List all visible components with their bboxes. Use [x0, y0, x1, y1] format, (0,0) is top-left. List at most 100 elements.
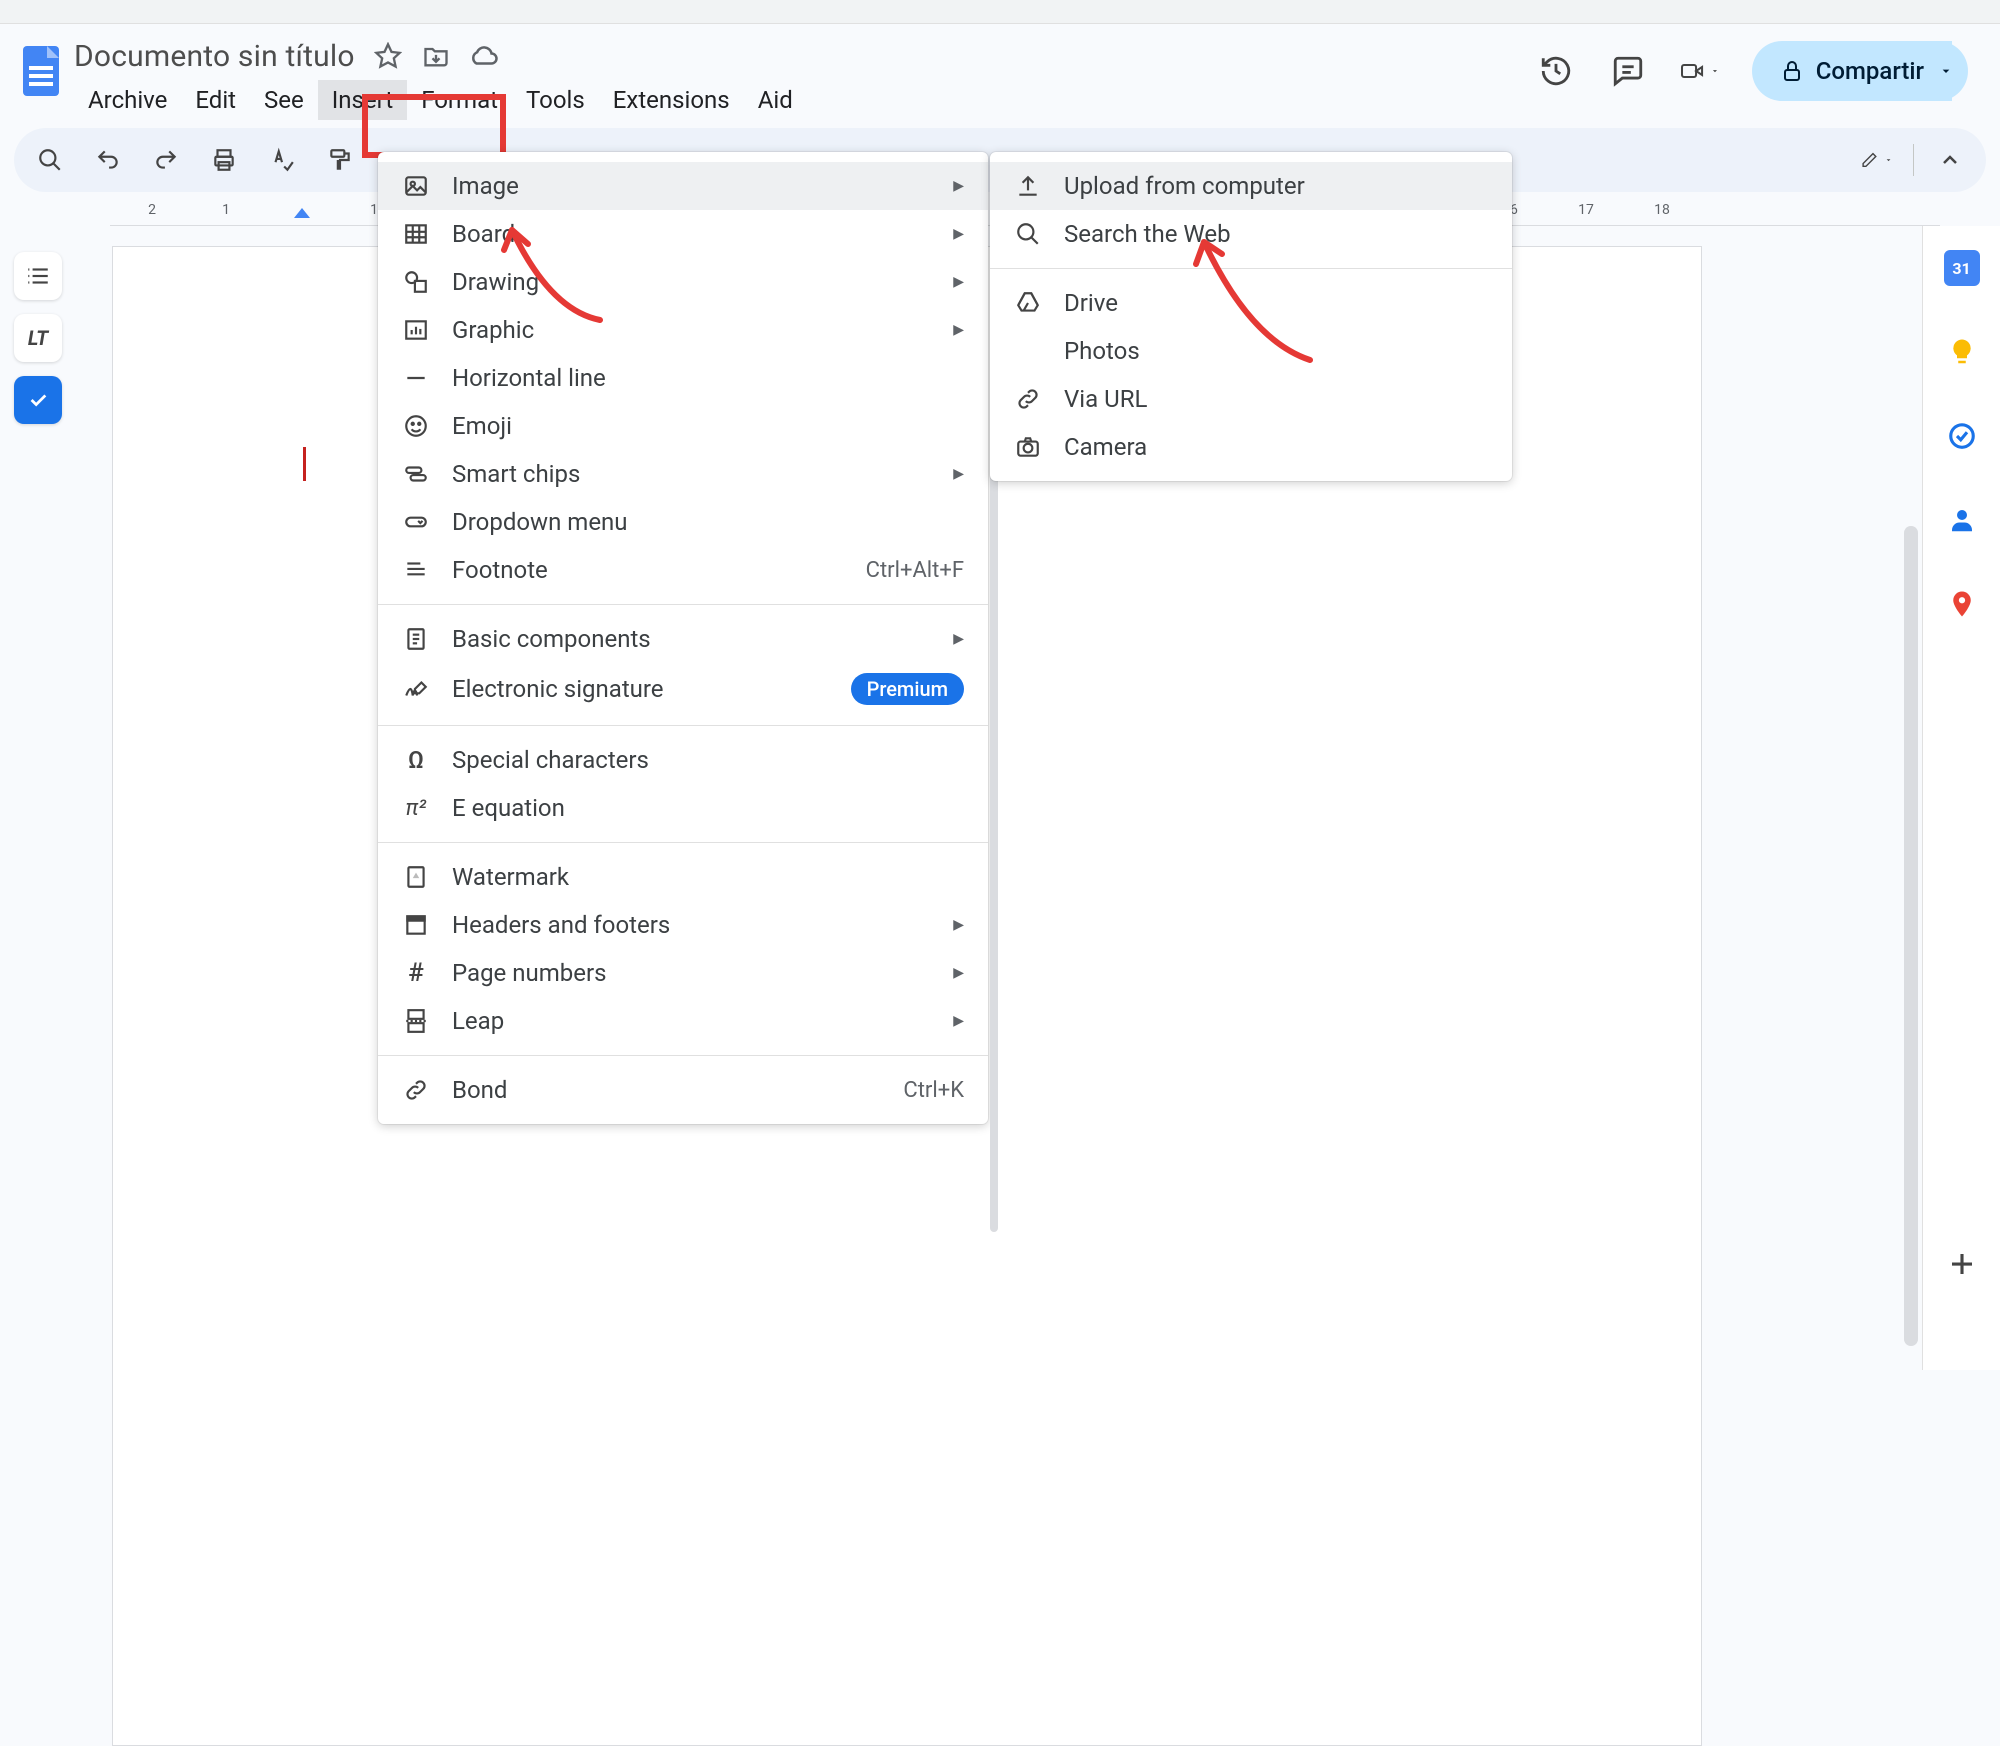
- chevron-right-icon: ▶: [953, 178, 964, 194]
- search-icon[interactable]: [34, 144, 66, 176]
- chevron-right-icon: ▶: [953, 917, 964, 933]
- tasks-icon[interactable]: [1944, 418, 1980, 454]
- contacts-icon[interactable]: [1944, 502, 1980, 538]
- ruler-mark: 17: [1578, 202, 1594, 218]
- signature-icon: [402, 675, 430, 703]
- drive-item[interactable]: Drive: [990, 279, 1512, 327]
- left-rail: LT: [0, 226, 76, 1370]
- camera-item[interactable]: Camera: [990, 423, 1512, 471]
- paint-format-icon[interactable]: [324, 144, 356, 176]
- chevron-right-icon: ▶: [953, 965, 964, 981]
- insert-smartchips-item[interactable]: Smart chips ▶: [378, 450, 988, 498]
- ruler-indent-marker[interactable]: [294, 208, 310, 218]
- insert-hline-item[interactable]: Horizontal line: [378, 354, 988, 402]
- menu-insert[interactable]: Insert: [318, 80, 407, 120]
- insert-components-item[interactable]: Basic components ▶: [378, 615, 988, 663]
- maps-icon[interactable]: [1944, 586, 1980, 622]
- minus-icon: [402, 364, 430, 392]
- link-icon: [402, 1076, 430, 1104]
- calendar-icon[interactable]: 31: [1944, 250, 1980, 286]
- collapse-icon[interactable]: [1934, 144, 1966, 176]
- chevron-right-icon: ▶: [953, 1013, 964, 1029]
- chevron-right-icon: ▶: [953, 274, 964, 290]
- insert-graphic-item[interactable]: Graphic ▶: [378, 306, 988, 354]
- meet-icon[interactable]: [1680, 51, 1720, 91]
- image-submenu: Upload from computer Search the Web Driv…: [990, 152, 1512, 481]
- footnote-icon: [402, 556, 430, 584]
- keep-icon[interactable]: [1944, 334, 1980, 370]
- history-icon[interactable]: [1536, 51, 1576, 91]
- cloud-status-icon[interactable]: [469, 41, 499, 71]
- omega-icon: Ω: [402, 746, 430, 774]
- menu-extensions[interactable]: Extensions: [599, 80, 744, 120]
- move-folder-icon[interactable]: [421, 41, 451, 71]
- photos-item[interactable]: Photos: [990, 327, 1512, 375]
- edit-mode-button[interactable]: [1861, 144, 1893, 176]
- separator: [378, 725, 988, 726]
- photos-icon: [1014, 337, 1042, 365]
- separator: [378, 842, 988, 843]
- hash-icon: #: [402, 959, 430, 987]
- menu-see[interactable]: See: [250, 80, 318, 120]
- menu-aid[interactable]: Aid: [744, 80, 807, 120]
- insert-equation-item[interactable]: π² E equation: [378, 784, 988, 832]
- insert-dropdown-item[interactable]: Dropdown menu: [378, 498, 988, 546]
- outline-button[interactable]: [14, 252, 62, 300]
- insert-emoji-item[interactable]: Emoji: [378, 402, 988, 450]
- ruler-mark: 18: [1654, 202, 1670, 218]
- text-cursor: [303, 447, 306, 481]
- insert-image-item[interactable]: Image ▶: [378, 162, 988, 210]
- emoji-icon: [402, 412, 430, 440]
- share-dropdown-button[interactable]: [1924, 41, 1968, 101]
- add-addon-icon[interactable]: [1944, 1246, 1980, 1282]
- search-web-item[interactable]: Search the Web: [990, 210, 1512, 258]
- insert-bond-item[interactable]: Bond Ctrl+K: [378, 1066, 988, 1114]
- comments-icon[interactable]: [1608, 51, 1648, 91]
- insert-watermark-item[interactable]: Watermark: [378, 853, 988, 901]
- chevron-right-icon: ▶: [953, 322, 964, 338]
- ruler-mark: 2: [148, 202, 156, 218]
- header-footer-icon: [402, 911, 430, 939]
- chevron-right-icon: ▶: [953, 226, 964, 242]
- insert-board-item[interactable]: Board ▶: [378, 210, 988, 258]
- menu-format[interactable]: Format: [407, 80, 512, 120]
- drive-icon: [1014, 289, 1042, 317]
- bond-shortcut: Ctrl+K: [903, 1078, 964, 1103]
- page-break-icon: [402, 1007, 430, 1035]
- browser-chrome-strip: [0, 0, 2000, 24]
- app-header: Documento sin título Archive Edit See In…: [0, 24, 2000, 120]
- docs-logo-icon[interactable]: [14, 34, 68, 108]
- ruler-mark: 1: [370, 202, 378, 218]
- insert-page-numbers-item[interactable]: # Page numbers ▶: [378, 949, 988, 997]
- print-icon[interactable]: [208, 144, 240, 176]
- dropdown-icon: [402, 508, 430, 536]
- check-button[interactable]: [14, 376, 62, 424]
- pi-icon: π²: [402, 794, 430, 822]
- upload-icon: [1014, 172, 1042, 200]
- vertical-scrollbar[interactable]: [1904, 526, 1918, 1346]
- undo-icon[interactable]: [92, 144, 124, 176]
- premium-badge: Premium: [851, 673, 964, 705]
- insert-leap-item[interactable]: Leap ▶: [378, 997, 988, 1045]
- share-button[interactable]: Compartir: [1752, 41, 1952, 101]
- spellcheck-icon[interactable]: [266, 144, 298, 176]
- insert-signature-item[interactable]: Electronic signature Premium: [378, 663, 988, 715]
- languagetool-button[interactable]: LT: [14, 314, 62, 362]
- table-icon: [402, 220, 430, 248]
- via-url-item[interactable]: Via URL: [990, 375, 1512, 423]
- menu-edit[interactable]: Edit: [181, 80, 250, 120]
- document-title[interactable]: Documento sin título: [74, 39, 355, 74]
- insert-special-chars-item[interactable]: Ω Special characters: [378, 736, 988, 784]
- menu-tools[interactable]: Tools: [512, 80, 599, 120]
- upload-from-computer-item[interactable]: Upload from computer: [990, 162, 1512, 210]
- image-icon: [402, 172, 430, 200]
- insert-footnote-item[interactable]: Footnote Ctrl+Alt+F: [378, 546, 988, 594]
- insert-drawing-item[interactable]: Drawing ▶: [378, 258, 988, 306]
- redo-icon[interactable]: [150, 144, 182, 176]
- separator: [990, 268, 1512, 269]
- menu-bar: Archive Edit See Insert Format Tools Ext…: [74, 80, 807, 120]
- menu-archive[interactable]: Archive: [74, 80, 181, 120]
- shapes-icon: [402, 268, 430, 296]
- insert-headers-item[interactable]: Headers and footers ▶: [378, 901, 988, 949]
- star-icon[interactable]: [373, 41, 403, 71]
